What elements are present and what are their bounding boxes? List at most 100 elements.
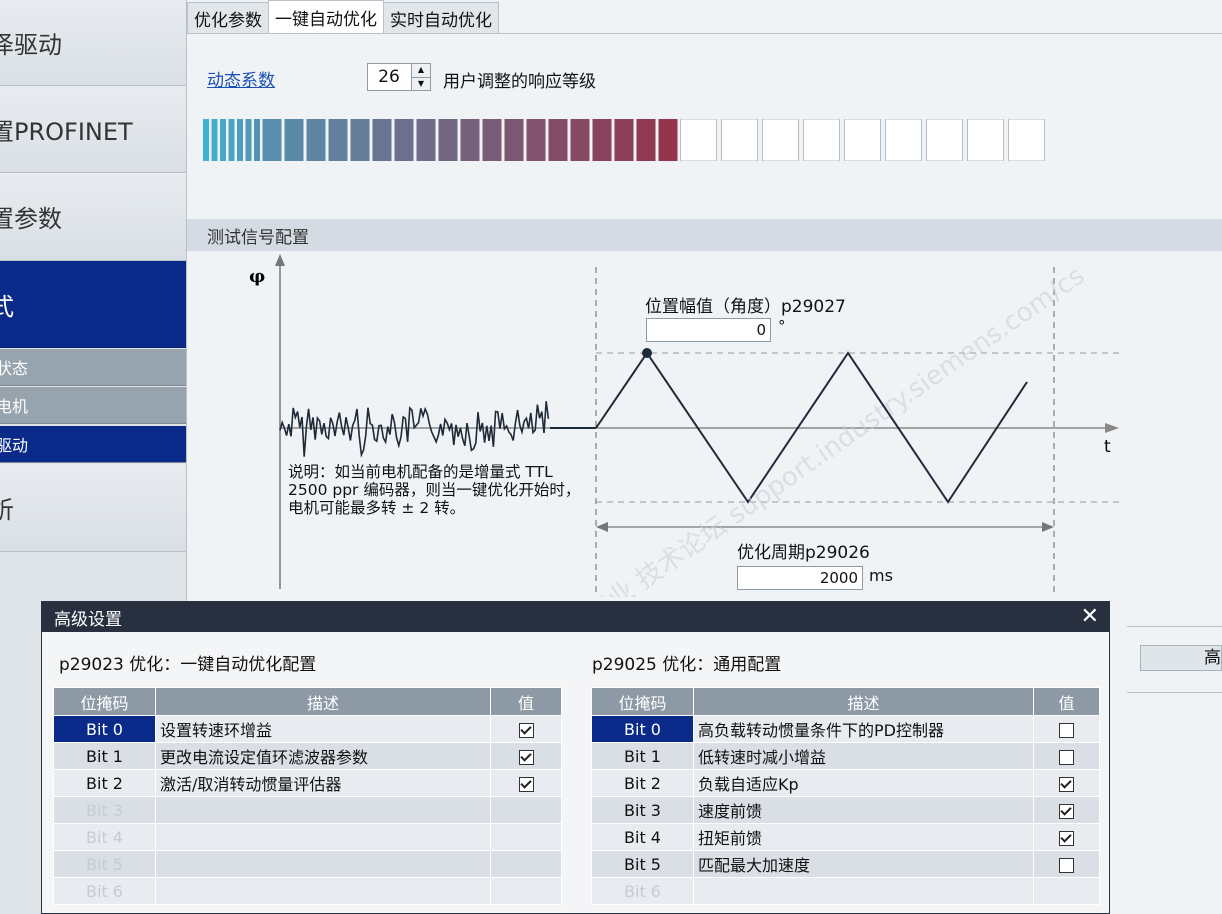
table-row[interactable]: Bit 1 低转速时减小增益 (591, 742, 1100, 770)
level-segment[interactable] (504, 119, 524, 161)
tab-optimization-parameters[interactable]: 优化参数 (187, 2, 269, 33)
sidebar-item-profinet[interactable]: 置PROFINET (0, 86, 186, 173)
unchecked-checkbox-icon[interactable] (1059, 722, 1074, 738)
level-segment[interactable] (460, 119, 480, 161)
column-header-bitmask: 位掩码 (591, 687, 694, 716)
level-segment[interactable] (885, 119, 922, 161)
sidebar-item-diagnostics[interactable]: 析 (0, 464, 186, 552)
dynamic-factor-value[interactable]: 26 (368, 67, 410, 87)
value-cell[interactable] (1033, 742, 1100, 770)
sidebar-item-label: 泽驱动 (0, 31, 62, 59)
dynamic-factor-link[interactable]: 动态系数 (207, 66, 275, 91)
level-segment[interactable] (328, 119, 348, 161)
level-segment[interactable] (967, 119, 1004, 161)
bit-cell: Bit 1 (53, 742, 156, 770)
sidebar-item-parameters[interactable]: 置参数 (0, 173, 186, 261)
advanced-settings-button[interactable]: 高 (1140, 645, 1222, 671)
sidebar-subitem-motor[interactable]: 电机 (0, 387, 186, 424)
level-segment[interactable] (526, 119, 546, 161)
level-segment[interactable] (614, 119, 634, 161)
divider (1127, 626, 1222, 627)
value-cell[interactable] (490, 769, 562, 797)
spinner-down-icon[interactable]: ▼ (412, 76, 430, 90)
level-segment[interactable] (372, 119, 392, 161)
unchecked-checkbox-icon[interactable] (1059, 857, 1074, 873)
value-cell[interactable] (1033, 796, 1100, 824)
checked-checkbox-icon[interactable] (1059, 803, 1074, 819)
tab-bar: 优化参数 一键自动优化 实时自动优化 (187, 0, 499, 34)
table-row[interactable]: Bit 2 负载自适应Kp (591, 769, 1100, 797)
level-segment[interactable] (548, 119, 568, 161)
value-cell[interactable] (1033, 715, 1100, 743)
level-segment[interactable] (721, 119, 758, 161)
level-segment[interactable] (658, 119, 678, 161)
level-segment[interactable] (636, 119, 656, 161)
description-cell: 匹配最大加速度 (693, 850, 1034, 878)
level-segment[interactable] (254, 119, 260, 161)
level-segment[interactable] (803, 119, 840, 161)
level-segment[interactable] (844, 119, 881, 161)
table-row[interactable]: Bit 3 (53, 796, 562, 824)
close-icon[interactable]: ✕ (1081, 604, 1099, 629)
value-cell[interactable] (490, 742, 562, 770)
value-cell[interactable] (490, 715, 562, 743)
sidebar-subitem-drive[interactable]: 驱动 (0, 426, 186, 463)
unchecked-checkbox-icon[interactable] (1059, 749, 1074, 765)
level-segment[interactable] (394, 119, 414, 161)
table-row[interactable]: Bit 3 速度前馈 (591, 796, 1100, 824)
sidebar-subitem-label: 状态 (0, 359, 29, 378)
sidebar-subitem-status[interactable]: 状态 (0, 349, 186, 386)
table-row[interactable]: Bit 2 激活/取消转动惯量评估器 (53, 769, 562, 797)
level-segment[interactable] (350, 119, 370, 161)
sidebar-item-select-drive[interactable]: 泽驱动 (0, 0, 186, 86)
level-segment[interactable] (438, 119, 458, 161)
checked-checkbox-icon[interactable] (1059, 776, 1074, 792)
level-segment[interactable] (1008, 119, 1045, 161)
level-segment[interactable] (228, 119, 235, 161)
table-row[interactable]: Bit 5 匹配最大加速度 (591, 850, 1100, 878)
checked-checkbox-icon[interactable] (1059, 830, 1074, 846)
explanation-note: 说明：如当前电机配备的是增量式 TTL 2500 ppr 编码器，则当一键优化开… (288, 463, 581, 517)
level-segment[interactable] (762, 119, 799, 161)
amplitude-input[interactable]: 0 (646, 318, 771, 342)
t-label: t (1104, 437, 1111, 457)
table-row[interactable]: Bit 1 更改电流设定值环滤波器参数 (53, 742, 562, 770)
response-level-bar[interactable] (203, 119, 1213, 161)
value-cell[interactable] (1033, 769, 1100, 797)
checked-checkbox-icon[interactable] (518, 749, 534, 765)
level-segment[interactable] (203, 119, 209, 161)
level-segment[interactable] (482, 119, 502, 161)
level-segment[interactable] (245, 119, 252, 161)
table-row[interactable]: Bit 0 设置转速环增益 (53, 715, 562, 743)
level-segment[interactable] (262, 119, 282, 161)
value-cell[interactable] (1033, 823, 1100, 851)
level-segment[interactable] (570, 119, 590, 161)
column-header-description: 描述 (693, 687, 1034, 716)
level-segment[interactable] (416, 119, 436, 161)
level-segment[interactable] (592, 119, 612, 161)
level-segment[interactable] (680, 119, 717, 161)
table-row[interactable]: Bit 0 高负载转动惯量条件下的PD控制器 (591, 715, 1100, 743)
tab-realtime-auto-tuning[interactable]: 实时自动优化 (383, 2, 499, 33)
table-row[interactable]: Bit 6 (53, 877, 562, 905)
value-cell[interactable] (1033, 850, 1100, 878)
level-segment[interactable] (220, 119, 226, 161)
table-row[interactable]: Bit 5 (53, 850, 562, 878)
period-input[interactable]: 2000 (737, 566, 863, 590)
sidebar-item-commissioning[interactable]: 式 (0, 261, 186, 348)
checked-checkbox-icon[interactable] (518, 722, 534, 738)
table-row[interactable]: Bit 4 (53, 823, 562, 851)
dynamic-factor-spinner[interactable]: 26 ▲ ▼ (367, 63, 431, 91)
table-row[interactable]: Bit 6 (591, 877, 1100, 905)
tab-one-button-auto-tuning[interactable]: 一键自动优化 (268, 0, 384, 34)
level-segment[interactable] (926, 119, 963, 161)
level-segment[interactable] (211, 119, 218, 161)
column-header-bitmask: 位掩码 (53, 687, 156, 716)
spinner-up-icon[interactable]: ▲ (412, 64, 430, 77)
level-segment[interactable] (306, 119, 326, 161)
level-segment[interactable] (237, 119, 243, 161)
level-segment[interactable] (284, 119, 304, 161)
table-row[interactable]: Bit 4 扭矩前馈 (591, 823, 1100, 851)
bit-cell: Bit 4 (53, 823, 156, 851)
checked-checkbox-icon[interactable] (518, 776, 534, 792)
